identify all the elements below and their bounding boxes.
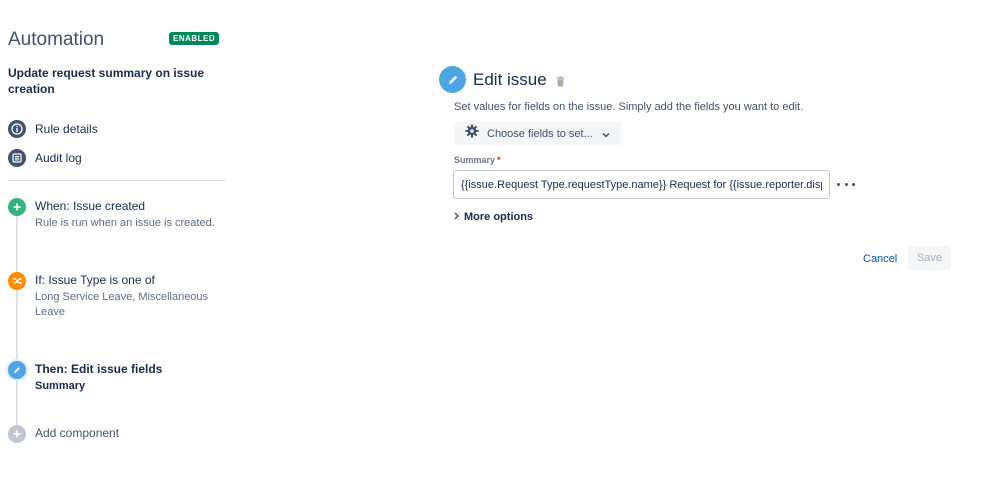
nav-audit-log-label: Audit log <box>35 151 82 165</box>
plus-icon <box>8 425 26 443</box>
add-component-label: Add component <box>35 426 120 440</box>
info-icon <box>8 120 26 138</box>
more-actions-icon[interactable] <box>837 176 855 192</box>
sidebar-divider <box>8 180 226 181</box>
choose-fields-button[interactable]: Choose fields to set... <box>454 122 621 145</box>
required-marker: * <box>497 155 501 165</box>
panel-title: Edit issue <box>473 70 547 89</box>
gear-icon <box>465 124 479 143</box>
panel-description: Set values for fields on the issue. Simp… <box>454 101 804 113</box>
nav-rule-details[interactable]: Rule details <box>8 120 98 138</box>
cancel-button[interactable]: Cancel <box>859 247 901 270</box>
timeline-line <box>16 212 18 432</box>
app-title: Automation <box>8 29 105 50</box>
step-action-title: Then: Edit issue fields <box>35 362 163 376</box>
more-options-toggle[interactable]: More options <box>454 211 533 223</box>
shuffle-icon <box>8 272 26 290</box>
pencil-icon <box>8 361 26 379</box>
choose-fields-label: Choose fields to set... <box>487 127 593 140</box>
step-trigger-desc: Rule is run when an issue is created. <box>35 217 215 229</box>
trash-icon[interactable] <box>556 74 565 92</box>
nav-audit-log[interactable]: Audit log <box>8 149 82 167</box>
summary-label-text: Summary <box>454 155 496 165</box>
step-action-desc: Summary <box>35 380 86 392</box>
chevron-down-icon <box>602 125 610 143</box>
list-icon <box>8 149 26 167</box>
rule-sidebar: Automation ENABLED Update request summar… <box>0 0 232 504</box>
summary-input[interactable] <box>453 170 830 199</box>
nav-rule-details-label: Rule details <box>35 122 98 136</box>
save-button[interactable]: Save <box>908 246 951 270</box>
summary-field-label: Summary * <box>454 155 501 165</box>
edit-pencil-icon <box>439 66 466 93</box>
chevron-right-icon <box>454 212 459 223</box>
step-condition-title: If: Issue Type is one of <box>35 273 155 287</box>
plus-icon <box>8 198 26 216</box>
status-badge: ENABLED <box>169 32 220 45</box>
step-condition-desc: Long Service Leave, Miscellaneous Leave <box>35 291 209 318</box>
rule-name: Update request summary on issue creation <box>8 66 205 96</box>
step-trigger-title: When: Issue created <box>35 199 146 213</box>
more-options-label: More options <box>464 211 534 223</box>
